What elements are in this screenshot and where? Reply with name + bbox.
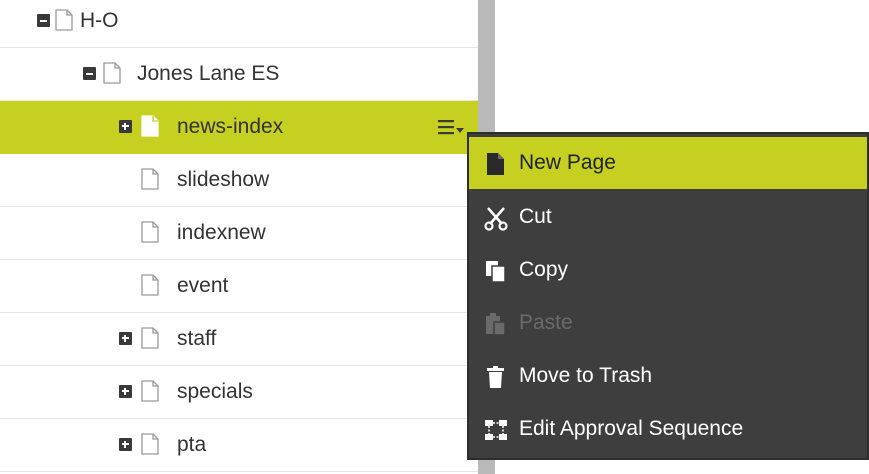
tree-row-event[interactable]: event <box>0 260 478 313</box>
tree-row-label: event <box>177 274 229 297</box>
menu-item-move-to-trash[interactable]: Move to Trash <box>469 350 867 402</box>
page-icon <box>141 115 159 137</box>
tree-row-label: news-index <box>177 115 284 138</box>
tree-row-label: pta <box>177 433 207 456</box>
tree-row-staff[interactable]: staff <box>0 313 478 366</box>
menu-item-copy[interactable]: Copy <box>469 244 867 296</box>
menu-item-label: Edit Approval Sequence <box>519 417 744 440</box>
tree-row-label: H-O <box>80 9 119 32</box>
page-icon <box>141 168 159 190</box>
tree-row-pta[interactable]: pta <box>0 419 478 472</box>
tree-row-label: specials <box>177 380 253 403</box>
tree-row-label: staff <box>177 327 217 350</box>
tree-row-slideshow[interactable]: slideshow <box>0 154 478 207</box>
page-icon <box>141 221 159 243</box>
tree-row-jones-lane-es[interactable]: Jones Lane ES <box>0 48 478 101</box>
collapse-toggle-icon[interactable] <box>83 67 96 80</box>
paste-icon <box>486 313 506 336</box>
page-tree: H-O Jones Lane ES news-index slideshow i… <box>0 0 478 474</box>
copy-icon <box>486 261 506 283</box>
tree-row-indexnew[interactable]: indexnew <box>0 207 478 260</box>
scissors-icon <box>484 207 508 231</box>
menu-item-label: Cut <box>519 205 552 228</box>
menu-item-label: New Page <box>519 151 616 174</box>
page-icon <box>141 274 159 296</box>
new-page-icon <box>487 153 504 175</box>
expand-toggle-icon[interactable] <box>119 385 132 398</box>
menu-item-edit-approval-sequence[interactable]: Edit Approval Sequence <box>469 403 867 455</box>
menu-item-label: Copy <box>519 258 569 281</box>
approval-sequence-icon <box>485 420 507 440</box>
menu-item-paste: Paste <box>469 297 867 349</box>
collapse-toggle-icon[interactable] <box>37 14 50 27</box>
page-icon <box>141 433 159 455</box>
menu-item-cut[interactable]: Cut <box>469 191 867 243</box>
page-icon <box>141 327 159 349</box>
expand-toggle-icon[interactable] <box>119 332 132 345</box>
trash-icon <box>487 366 504 388</box>
tree-row-label: slideshow <box>177 168 270 191</box>
menu-item-label: Move to Trash <box>519 364 653 387</box>
page-icon <box>55 9 73 31</box>
menu-item-new-page[interactable]: New Page <box>469 137 867 189</box>
expand-toggle-icon[interactable] <box>119 120 132 133</box>
tree-row-label: Jones Lane ES <box>137 62 280 85</box>
page-icon <box>103 62 121 84</box>
tree-row-h-o[interactable]: H-O <box>0 0 478 48</box>
tree-row-specials[interactable]: specials <box>0 366 478 419</box>
tree-row-label: indexnew <box>177 221 266 244</box>
page-icon <box>141 380 159 402</box>
row-menu-icon[interactable] <box>436 115 466 139</box>
tree-row-news-index[interactable]: news-index <box>0 101 478 154</box>
expand-toggle-icon[interactable] <box>119 438 132 451</box>
context-menu: New Page Cut Copy Paste Move to Trash Ed… <box>467 132 869 460</box>
menu-item-label: Paste <box>519 311 573 334</box>
